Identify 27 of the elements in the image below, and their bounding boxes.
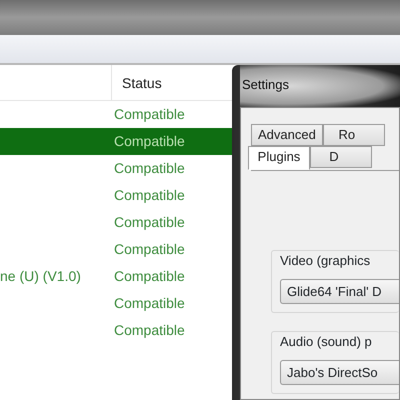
tab[interactable]: Ro [322,124,385,146]
status-text: Compatible [113,105,185,124]
status-text: Compatible [113,213,185,232]
list-row[interactable]: Compatible [0,101,232,128]
tab[interactable]: D [310,146,372,168]
list-row[interactable]: Compatible [0,317,232,344]
plugin-dropdown[interactable]: Glide64 'Final' D [280,278,399,304]
plugin-dropdown[interactable]: Jabo's DirectSo [280,360,399,385]
status-text: Compatible [113,321,185,340]
window-title: Settings [242,77,289,92]
status-text: Compatible [113,294,185,313]
list-row[interactable]: Compatible [0,182,232,209]
column-header[interactable]: Status [112,65,162,100]
list-row[interactable]: Compatible [0,155,232,182]
list-row[interactable]: ne (U) (V1.0) Compatible [0,263,232,290]
status-text: Compatible [113,132,185,151]
list-row[interactable]: Compatible [0,209,232,236]
game-name: ne (U) (V1.0) [0,268,81,284]
list-row[interactable]: Compatible [0,128,232,155]
status-text: Compatible [113,159,185,178]
status-text: Compatible [113,240,185,259]
list-row[interactable]: Compatible [0,236,232,263]
tab[interactable]: Plugins [248,146,310,170]
list-row[interactable]: Compatible [0,290,232,317]
status-text: Compatible [113,267,185,286]
tab[interactable]: Advanced [251,124,323,146]
status-text: Compatible [113,186,185,205]
